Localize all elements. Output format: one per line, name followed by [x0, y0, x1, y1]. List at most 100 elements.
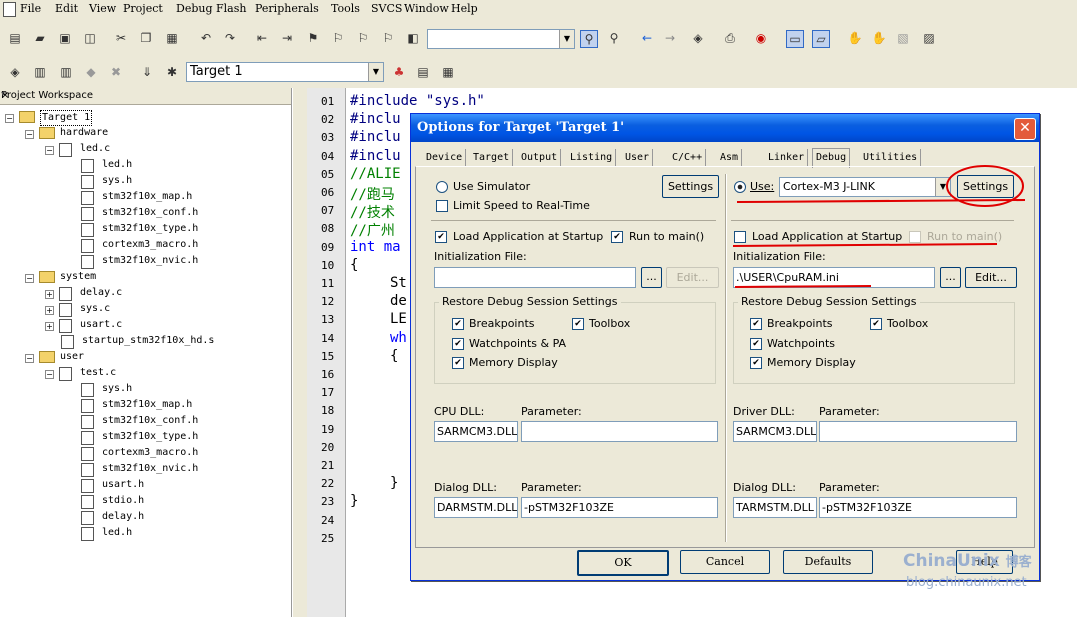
header-file-icon — [81, 207, 94, 221]
find-in-files-icon[interactable]: ◧ — [405, 30, 421, 46]
tree-item[interactable]: stm32f10x_conf.h — [102, 206, 198, 220]
splitter-bar[interactable] — [292, 88, 308, 617]
bookmark-prev-icon[interactable]: ⚐ — [330, 30, 346, 46]
tree-item[interactable]: sys.h — [102, 382, 132, 396]
save-all-icon[interactable]: ◫ — [82, 30, 98, 46]
tree-expander-icon[interactable]: + — [45, 306, 54, 315]
code-line: { — [350, 256, 359, 273]
download-icon[interactable]: ⇓ — [139, 64, 155, 80]
indent-icon[interactable]: ⇤ — [254, 30, 270, 46]
bookmark-toggle-icon[interactable]: ⚑ — [305, 30, 321, 46]
output-window-icon[interactable]: ▱ — [812, 30, 830, 48]
save-icon[interactable]: ▣ — [57, 30, 73, 46]
pack-installer-icon[interactable]: ▦ — [440, 64, 456, 80]
menu-project[interactable]: Project — [123, 2, 163, 15]
tree-item[interactable]: led.c — [80, 142, 110, 156]
tree-expander-icon[interactable]: + — [45, 322, 54, 331]
tree-item[interactable]: stm32f10x_conf.h — [102, 414, 198, 428]
tree-item[interactable]: sys.c — [80, 302, 110, 316]
chevron-down-icon[interactable]: ▼ — [559, 30, 574, 48]
tree-expander-icon[interactable]: − — [5, 114, 14, 123]
build-icon[interactable]: ▥ — [32, 64, 48, 80]
stop-build-icon[interactable]: ✖ — [108, 64, 124, 80]
source-browser-icon[interactable]: ◈ — [690, 30, 706, 46]
translate-icon[interactable]: ◈ — [7, 64, 23, 80]
workspace-toggle-icon[interactable]: ▭ — [786, 30, 804, 48]
find-icon[interactable]: ⚲ — [580, 30, 598, 48]
tree-item[interactable]: cortexm3_macro.h — [102, 446, 198, 460]
tree-item[interactable]: stdio.h — [102, 494, 144, 508]
tree-item[interactable]: startup_stm32f10x_hd.s — [82, 334, 214, 348]
tree-item[interactable]: cortexm3_macro.h — [102, 238, 198, 252]
tree-item[interactable]: stm32f10x_nvic.h — [102, 462, 198, 476]
menu-svcs[interactable]: SVCS — [371, 2, 402, 15]
unindent-icon[interactable]: ⇥ — [279, 30, 295, 46]
tree-item[interactable]: led.h — [102, 158, 132, 172]
print-icon[interactable]: ⎙ — [722, 30, 738, 46]
tree-expander-icon[interactable]: + — [45, 290, 54, 299]
incremental-find-icon[interactable]: ⚲ — [606, 30, 622, 46]
target-select[interactable]: Target 1 ▼ — [186, 62, 384, 82]
redo-icon[interactable]: ↷ — [222, 30, 238, 46]
tree-item[interactable]: delay.c — [80, 286, 122, 300]
menu-peripherals[interactable]: Peripherals — [255, 2, 319, 15]
menu-debug[interactable]: Debug — [176, 2, 213, 15]
hand-icon[interactable]: ✋ — [847, 30, 863, 46]
tree-item[interactable]: sys.h — [102, 174, 132, 188]
menu-tools[interactable]: Tools — [331, 2, 360, 15]
bookmark-clear-icon[interactable]: ⚐ — [380, 30, 396, 46]
config-icon[interactable]: ▧ — [895, 30, 911, 46]
menu-view[interactable]: View — [89, 2, 116, 15]
tree-expander-icon[interactable]: − — [25, 274, 34, 283]
cancel-button[interactable]: Cancel — [680, 550, 770, 574]
menu-file[interactable]: File — [20, 2, 41, 15]
rebuild-icon[interactable]: ▥ — [58, 64, 74, 80]
cut-icon[interactable]: ✂ — [113, 30, 129, 46]
tree-item[interactable]: delay.h — [102, 510, 144, 524]
navigate-back-icon[interactable]: ← — [639, 30, 655, 46]
menu-edit[interactable]: Edit — [55, 2, 78, 15]
paste-icon[interactable]: ▦ — [164, 30, 180, 46]
tree-item[interactable]: user — [60, 350, 84, 364]
open-folder-icon[interactable]: ▰ — [32, 30, 48, 46]
batch-build-icon[interactable]: ◆ — [83, 64, 99, 80]
tree-item[interactable]: stm32f10x_type.h — [102, 430, 198, 444]
bookmark-next-icon[interactable]: ⚐ — [355, 30, 371, 46]
line-number: 17 — [321, 386, 335, 400]
header-file-icon — [81, 255, 94, 269]
tree-item[interactable]: stm32f10x_map.h — [102, 190, 192, 204]
menu-flash[interactable]: Flash — [216, 2, 246, 15]
tree-item[interactable]: led.h — [102, 526, 132, 540]
tree-item[interactable]: usart.h — [102, 478, 144, 492]
new-file-icon[interactable]: ▤ — [7, 30, 23, 46]
tree-item[interactable]: test.c — [80, 366, 116, 380]
tree-item[interactable]: stm32f10x_type.h — [102, 222, 198, 236]
menu-help[interactable]: Help — [451, 2, 478, 15]
tree-expander-icon[interactable]: − — [25, 130, 34, 139]
tree-item[interactable]: usart.c — [80, 318, 122, 332]
tree-item[interactable]: stm32f10x_nvic.h — [102, 254, 198, 268]
tree-expander-icon[interactable]: − — [45, 370, 54, 379]
debug-session-icon[interactable]: ◉ — [753, 30, 769, 46]
tree-item[interactable]: system — [60, 270, 96, 284]
hand-alt-icon[interactable]: ✋ — [871, 30, 887, 46]
tree-expander-icon[interactable]: − — [45, 146, 54, 155]
navigate-forward-icon[interactable]: → — [662, 30, 678, 46]
tree-item[interactable]: stm32f10x_map.h — [102, 398, 192, 412]
header-file-icon — [81, 463, 94, 477]
menu-window[interactable]: Window — [404, 2, 449, 15]
copy-icon[interactable]: ❐ — [138, 30, 154, 46]
chevron-down-icon[interactable]: ▼ — [368, 63, 383, 81]
defaults-button[interactable]: Defaults — [783, 550, 873, 574]
ok-button[interactable]: OK — [577, 550, 669, 576]
window-icon[interactable]: ▨ — [921, 30, 937, 46]
tree-item[interactable]: Target 1 — [40, 110, 93, 126]
tree-item[interactable]: hardware — [60, 126, 108, 140]
find-combo[interactable]: ▼ — [427, 29, 575, 49]
undo-icon[interactable]: ↶ — [198, 30, 214, 46]
line-number: 22 — [321, 477, 335, 491]
target-options-icon[interactable]: ✱ — [164, 64, 180, 80]
manage-components-icon[interactable]: ♣ — [391, 64, 407, 80]
file-extensions-icon[interactable]: ▤ — [415, 64, 431, 80]
tree-expander-icon[interactable]: − — [25, 354, 34, 363]
